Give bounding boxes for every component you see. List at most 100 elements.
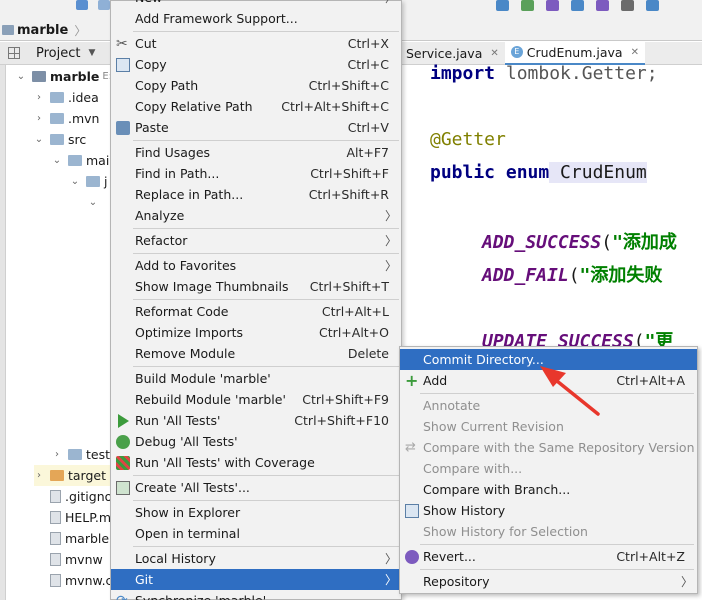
menu-item-show-image-thumbnails[interactable]: Show Image Thumbnails Ctrl+Shift+T — [111, 276, 401, 297]
menu-item-local-history[interactable]: Local History 〉 — [111, 548, 401, 569]
menu-item-show-current-revision: Show Current Revision — [400, 416, 697, 437]
close-icon[interactable]: ✕ — [631, 47, 639, 58]
expanded-arrow-icon[interactable]: ⌄ — [88, 197, 98, 208]
context-menu: New 〉 Add Framework Support... ✂ Cut Ctrl+X Co… — [110, 0, 402, 600]
forward-icon[interactable] — [98, 0, 110, 10]
menu-item-run-all-tests-with-coverage[interactable]: Run 'All Tests' with Coverage — [111, 452, 401, 473]
menu-item-add-to-favorites[interactable]: Add to Favorites 〉 — [111, 255, 401, 276]
sync-icon: ⟳ — [116, 594, 130, 600]
tree-item-marble[interactable]: ⌄ marbleE:\ — [16, 66, 110, 87]
menu-separator — [133, 475, 399, 476]
compare-icon: ⇄ — [405, 440, 416, 455]
menu-item-analyze[interactable]: Analyze 〉 — [111, 205, 401, 226]
menu-item-remove-module[interactable]: Remove Module Delete — [111, 343, 401, 364]
menu-item-debug-all-tests[interactable]: Debug 'All Tests' — [111, 431, 401, 452]
tree-item-mvn[interactable]: › .mvn — [34, 108, 110, 129]
tree-item-target[interactable]: › target — [34, 465, 110, 486]
menu-item-show-history[interactable]: Show History — [400, 500, 697, 521]
menu-item-replace-in-path[interactable]: Replace in Path... Ctrl+Shift+R — [111, 184, 401, 205]
close-icon[interactable]: ✕ — [490, 48, 498, 59]
menu-item-find-usages[interactable]: Find Usages Alt+F7 — [111, 142, 401, 163]
menu-item-copy[interactable]: Copy Ctrl+C — [111, 54, 401, 75]
menu-item-cut[interactable]: ✂ Cut Ctrl+X — [111, 33, 401, 54]
collapsed-arrow-icon[interactable]: › — [52, 449, 62, 460]
menu-item-open-in-terminal[interactable]: Open in terminal — [111, 523, 401, 544]
breadcrumb-project[interactable]: marble — [17, 23, 68, 38]
tree-item-node[interactable]: ⌄ — [88, 192, 110, 213]
collapsed-arrow-icon[interactable]: › — [34, 470, 44, 481]
project-panel-title[interactable]: Project — [36, 46, 80, 61]
code-line: ADD_SUCCESS("添加成 — [482, 232, 677, 253]
menu-item-label: Add — [423, 373, 448, 388]
menu-item-git[interactable]: Git 〉 — [111, 569, 401, 590]
expanded-arrow-icon[interactable]: ⌄ — [52, 155, 62, 166]
menu-item-revert[interactable]: Revert... Ctrl+Alt+Z — [400, 546, 697, 567]
menu-item-shortcut: Ctrl+Shift+R — [308, 187, 389, 202]
tab-crudenum-java[interactable]: E CrudEnum.java ✕ — [504, 41, 645, 65]
expanded-arrow-icon[interactable]: ⌄ — [70, 176, 80, 187]
breadcrumb[interactable]: marble 〉 — [0, 19, 86, 41]
menu-item-optimize-imports[interactable]: Optimize Imports Ctrl+Alt+O — [111, 322, 401, 343]
menu-item-label: Find in Path... — [135, 166, 220, 181]
tab-service-java[interactable]: Service.java ✕ — [400, 42, 505, 65]
tree-item-main[interactable]: ⌄ main — [52, 150, 110, 171]
menu-item-find-in-path[interactable]: Find in Path... Ctrl+Shift+F — [111, 163, 401, 184]
vcs-update-icon[interactable] — [496, 0, 509, 11]
expanded-arrow-icon[interactable]: ⌄ — [34, 134, 44, 145]
tree-item-j[interactable]: ⌄ j — [70, 171, 110, 192]
tree-item-src[interactable]: ⌄ src — [34, 129, 110, 150]
folder-icon — [68, 155, 82, 166]
tree-item-mvnw-c[interactable]: mvnw.c — [34, 570, 110, 591]
tree-item-idea[interactable]: › .idea — [34, 87, 110, 108]
menu-separator — [133, 140, 399, 141]
menu-item-shortcut: Ctrl+Alt+Z — [616, 549, 685, 564]
menu-item-show-in-explorer[interactable]: Show in Explorer — [111, 502, 401, 523]
menu-item-add-framework-support[interactable]: Add Framework Support... — [111, 8, 401, 29]
tree-item-marble[interactable]: marble. — [34, 528, 110, 549]
tree-item-help-m[interactable]: HELP.m — [34, 507, 110, 528]
menu-item-create-all-tests[interactable]: Create 'All Tests'... — [111, 477, 401, 498]
folder-icon — [2, 25, 14, 35]
menu-item-repository[interactable]: Repository 〉 — [400, 571, 697, 592]
tree-item-test[interactable]: › test — [52, 444, 110, 465]
tree-item-label: src — [68, 132, 87, 147]
vcs-compare-icon[interactable] — [546, 0, 559, 11]
vcs-revert-icon[interactable] — [596, 0, 609, 11]
project-panel-header[interactable]: Project ▼ — [0, 42, 110, 65]
menu-item-label: Synchronize 'marble' — [135, 593, 266, 600]
tree-item-gitigno[interactable]: .gitigno — [34, 486, 110, 507]
menu-item-copy-relative-path[interactable]: Copy Relative Path Ctrl+Alt+Shift+C — [111, 96, 401, 117]
vcs-commit-icon[interactable] — [521, 0, 534, 11]
folder-icon — [32, 71, 46, 82]
menu-item-label: Find Usages — [135, 145, 211, 160]
menu-item-rebuild-module-marble[interactable]: Rebuild Module 'marble' Ctrl+Shift+F9 — [111, 389, 401, 410]
menu-item-label: Show Current Revision — [423, 419, 564, 434]
menu-item-refactor[interactable]: Refactor 〉 — [111, 230, 401, 251]
menu-item-shortcut: Ctrl+Shift+F — [310, 166, 389, 181]
menu-item-shortcut: Ctrl+Shift+F9 — [302, 392, 389, 407]
chevron-down-icon[interactable]: ▼ — [88, 48, 95, 58]
menu-item-paste[interactable]: Paste Ctrl+V — [111, 117, 401, 138]
menu-item-shortcut: Ctrl+Shift+T — [309, 279, 389, 294]
menu-item-build-module-marble[interactable]: Build Module 'marble' — [111, 368, 401, 389]
menu-separator — [133, 366, 399, 367]
tree-item-mvnw[interactable]: mvnw — [34, 549, 110, 570]
menu-item-run-all-tests[interactable]: Run 'All Tests' Ctrl+Shift+F10 — [111, 410, 401, 431]
collapsed-arrow-icon[interactable]: › — [34, 92, 44, 103]
menu-item-commit-directory[interactable]: Commit Directory... — [400, 349, 697, 370]
menu-item-compare-with-branch[interactable]: Compare with Branch... — [400, 479, 697, 500]
collapsed-arrow-icon[interactable]: › — [34, 113, 44, 124]
menu-item-add[interactable]: + Add Ctrl+Alt+A — [400, 370, 697, 391]
menu-item-label: Commit Directory... — [423, 352, 544, 367]
menu-item-new[interactable]: New 〉 — [111, 0, 401, 8]
project-structure-icon[interactable] — [646, 0, 659, 11]
back-icon[interactable] — [76, 0, 88, 10]
expanded-arrow-icon[interactable]: ⌄ — [16, 71, 26, 82]
menu-item-label: Open in terminal — [135, 526, 240, 541]
menu-item-copy-path[interactable]: Copy Path Ctrl+Shift+C — [111, 75, 401, 96]
submenu-arrow-icon: 〉 — [384, 573, 397, 587]
vcs-history-icon[interactable] — [571, 0, 584, 11]
menu-item-reformat-code[interactable]: Reformat Code Ctrl+Alt+L — [111, 301, 401, 322]
settings-icon[interactable] — [621, 0, 634, 11]
menu-item-synchronize-marble[interactable]: ⟳ Synchronize 'marble' — [111, 590, 401, 600]
